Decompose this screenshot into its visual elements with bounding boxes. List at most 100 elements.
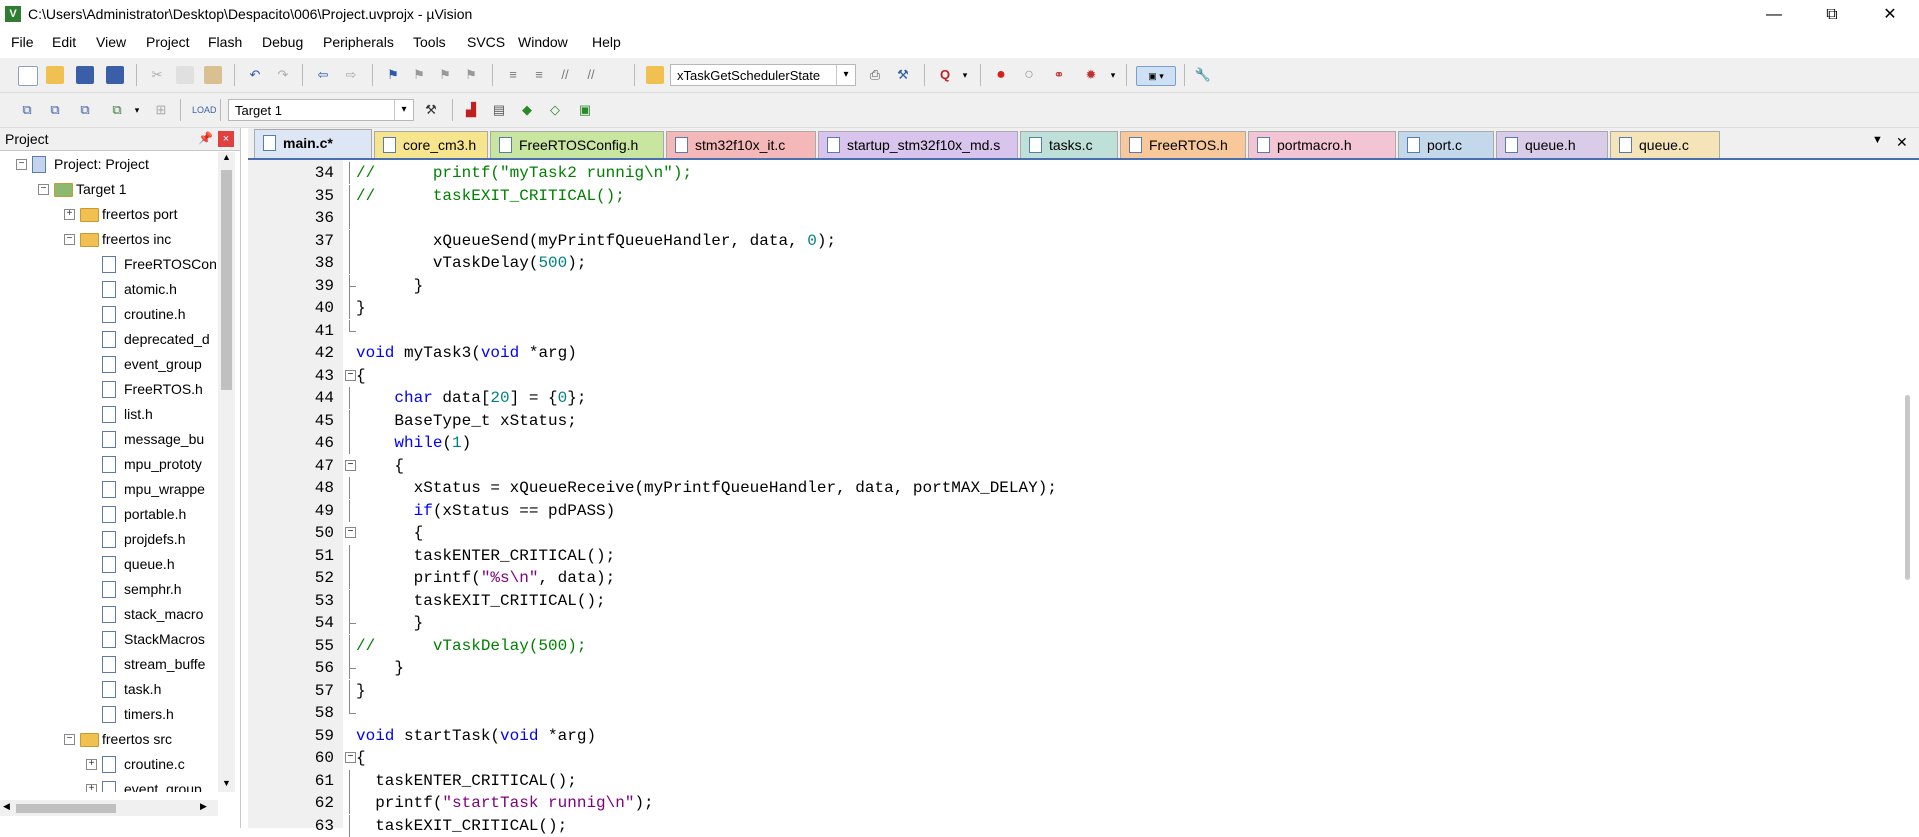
tree-item[interactable]: − freertos src <box>0 727 220 752</box>
code-line[interactable]: 52 printf("%s\n", data); <box>248 567 1848 589</box>
disable-all-breakpoints-icon[interactable]: ✹ <box>1082 66 1100 84</box>
minimize-button[interactable]: — <box>1745 0 1803 30</box>
code-line[interactable]: 46 while(1) <box>248 432 1848 454</box>
code-editor[interactable]: 34 // printf("myTask2 runnig\n"); 35 // tas… <box>248 160 1919 837</box>
scroll-up-icon[interactable]: ▲ <box>222 152 231 162</box>
project-horizontal-scrollbar[interactable]: ◀ ▶ <box>0 800 218 816</box>
scrollbar-thumb[interactable] <box>1905 395 1910 580</box>
tab-queue-h[interactable]: queue.h <box>1496 131 1608 158</box>
pin-icon[interactable]: 📌 <box>198 131 213 145</box>
breakpoint-icon[interactable]: ● <box>992 66 1010 84</box>
editor-vertical-scrollbar[interactable] <box>1900 160 1919 828</box>
tree-item[interactable]: message_bu <box>0 427 220 452</box>
close-tab-icon[interactable]: ✕ <box>1896 134 1908 151</box>
chevron-down-icon[interactable]: ▾ <box>128 101 146 119</box>
unindent-icon[interactable]: ≡ <box>530 66 548 84</box>
tree-item[interactable]: − freertos inc <box>0 227 220 252</box>
tree-item[interactable]: task.h <box>0 677 220 702</box>
chevron-down-icon[interactable]: ▾ <box>1104 66 1122 84</box>
batch-build-icon[interactable]: ⧉ <box>108 101 126 119</box>
tree-item[interactable]: atomic.h <box>0 277 220 302</box>
comment-icon[interactable]: // <box>556 66 574 84</box>
tree-item[interactable]: croutine.h <box>0 302 220 327</box>
uncomment-icon[interactable]: // <box>582 66 600 84</box>
tab-port-c[interactable]: port.c <box>1398 131 1494 158</box>
collapse-icon[interactable]: − <box>38 184 49 195</box>
tree-item[interactable]: stream_buffe <box>0 652 220 677</box>
code-line[interactable]: 58 <box>248 702 1848 724</box>
menu-file[interactable]: File <box>11 34 34 50</box>
bookmark-icon[interactable]: ⚑ <box>384 66 402 84</box>
tab-stm32f10x-it-c[interactable]: stm32f10x_it.c <box>666 131 816 158</box>
code-line[interactable]: 55 // vTaskDelay(500); <box>248 634 1848 657</box>
code-line[interactable]: 57} <box>248 679 1848 702</box>
tree-item[interactable]: + croutine.c <box>0 752 220 777</box>
code-line[interactable]: 60−{ <box>248 747 1848 769</box>
menu-peripherals[interactable]: Peripherals <box>323 34 394 50</box>
undo-icon[interactable]: ↶ <box>246 66 264 84</box>
collapse-icon[interactable]: − <box>16 159 27 170</box>
code-line[interactable]: 43−{ <box>248 365 1848 387</box>
expand-icon[interactable]: + <box>64 209 75 220</box>
code-line[interactable]: 34 // printf("myTask2 runnig\n"); <box>248 162 1848 184</box>
tab-core-cm3-h[interactable]: core_cm3.h <box>374 131 488 158</box>
menu-svcs[interactable]: SVCS <box>467 34 505 50</box>
window-layout-icon[interactable]: ▣ ▾ <box>1136 66 1176 86</box>
tree-item[interactable]: FreeRTOSCon <box>0 252 220 277</box>
chevron-down-icon[interactable]: ▾ <box>956 66 974 84</box>
code-line[interactable]: 45 BaseType_t xStatus; <box>248 409 1848 432</box>
tree-item[interactable]: FreeRTOS.h <box>0 377 220 402</box>
tree-item[interactable]: mpu_wrappe <box>0 477 220 502</box>
target-combo[interactable]: Target 1 ▾ <box>228 99 414 121</box>
rebuild-icon[interactable]: ⧉ <box>76 101 94 119</box>
translate-icon[interactable]: ⧉ <box>18 101 36 119</box>
tree-item[interactable]: deprecated_d <box>0 327 220 352</box>
code-line[interactable]: 37 xQueueSend(myPrintfQueueHandler, data… <box>248 229 1848 252</box>
tree-item[interactable]: mpu_prototy <box>0 452 220 477</box>
open-file-icon[interactable] <box>46 66 64 84</box>
tab-main-c-[interactable]: main.c* <box>254 129 372 158</box>
new-file-icon[interactable] <box>18 66 38 86</box>
code-line[interactable]: 35 // taskEXIT_CRITICAL(); <box>248 184 1848 207</box>
kill-breakpoints-icon[interactable]: ⚭ <box>1050 66 1068 84</box>
menu-debug[interactable]: Debug <box>262 34 303 50</box>
code-line[interactable]: 39 } <box>248 274 1848 297</box>
scroll-right-icon[interactable]: ▶ <box>200 801 207 812</box>
code-line[interactable]: 38 vTaskDelay(500); <box>248 252 1848 274</box>
forward-arrow-icon[interactable]: ⇨ <box>342 66 360 84</box>
back-arrow-icon[interactable]: ⇦ <box>314 66 332 84</box>
menu-project[interactable]: Project <box>146 34 190 50</box>
code-line[interactable]: 61 taskENTER_CRITICAL(); <box>248 769 1848 792</box>
code-line[interactable]: 62 printf("startTask runnig\n"); <box>248 792 1848 814</box>
next-bookmark-icon[interactable]: ⚑ <box>436 66 454 84</box>
maximize-button[interactable]: ⧉ <box>1803 0 1861 30</box>
find-in-files-icon[interactable] <box>646 66 664 84</box>
debug-session-icon[interactable]: Q <box>936 66 954 84</box>
code-line[interactable]: 48 xStatus = xQueueReceive(myPrintfQueue… <box>248 477 1848 499</box>
expand-icon[interactable]: + <box>86 759 97 770</box>
code-line[interactable]: 36 <box>248 207 1848 229</box>
expand-icon[interactable]: + <box>86 784 97 792</box>
menu-flash[interactable]: Flash <box>208 34 242 50</box>
tab-portmacro-h[interactable]: portmacro.h <box>1248 131 1396 158</box>
scroll-left-icon[interactable]: ◀ <box>3 801 10 812</box>
select-packs-icon[interactable]: ▤ <box>490 101 508 119</box>
save-all-icon[interactable] <box>106 66 124 84</box>
tree-item[interactable]: StackMacros <box>0 627 220 652</box>
tab-queue-c[interactable]: queue.c <box>1610 131 1720 158</box>
tree-item[interactable]: portable.h <box>0 502 220 527</box>
code-line[interactable]: 47− { <box>248 455 1848 477</box>
chevron-down-icon[interactable]: ▾ <box>394 100 413 120</box>
code-line[interactable]: 63 taskEXIT_CRITICAL(); <box>248 814 1848 837</box>
run-time-environment-icon[interactable]: ▣ <box>576 101 594 119</box>
fold-collapse-icon[interactable]: − <box>345 369 356 381</box>
clear-bookmarks-icon[interactable]: ⚑ <box>462 66 480 84</box>
paste-icon[interactable] <box>204 66 222 84</box>
fold-collapse-icon[interactable]: − <box>345 527 356 538</box>
collapse-icon[interactable]: − <box>64 734 75 745</box>
menu-help[interactable]: Help <box>592 34 621 50</box>
tab-freertos-h[interactable]: FreeRTOS.h <box>1120 131 1246 158</box>
tree-item[interactable]: + freertos port <box>0 202 220 227</box>
find-icon[interactable]: ⎙ <box>866 66 884 84</box>
close-icon[interactable]: × <box>218 131 234 147</box>
